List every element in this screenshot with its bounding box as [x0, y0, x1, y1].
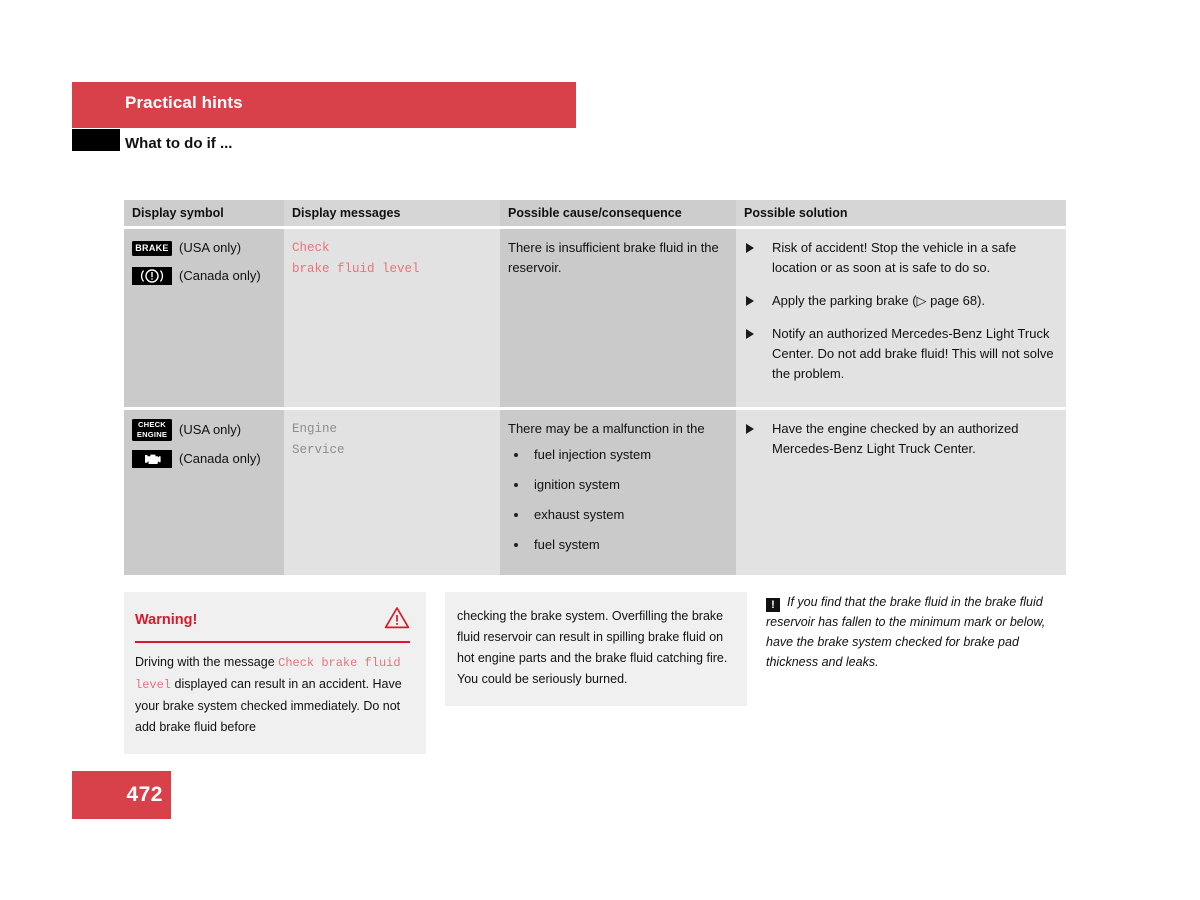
- row1-cause-text: There is insufficient brake fluid in the…: [508, 240, 719, 275]
- warning-box: Warning! Driving with the message Check …: [124, 592, 426, 754]
- warning-triangle-icon: [384, 606, 410, 634]
- display-messages-table: Display symbol Display messages Possible…: [124, 200, 1066, 575]
- row2-message-line-1: Engine: [292, 422, 338, 436]
- row2-solution-cell: Have the engine checked by an authorized…: [736, 410, 1066, 575]
- row2-symbol-usa-label: (USA only): [179, 422, 242, 437]
- check-engine-badge-line-2: ENGINE: [136, 430, 168, 439]
- page-number: 472: [126, 783, 163, 806]
- row1-solution-item-2: Apply the parking brake (▷ page 68).: [744, 291, 1056, 311]
- warning-continuation-text: checking the brake system. Overfilling t…: [457, 609, 728, 686]
- chapter-header-band: Practical hints: [72, 82, 576, 128]
- warning-text-part-2: displayed can result in an accident. Hav…: [135, 677, 402, 734]
- row1-message-line-1: Check: [292, 241, 330, 255]
- row2-cause-bullet-4: fuel system: [534, 537, 600, 552]
- row2-cause-bullet-list: fuel injection system ignition system ex…: [508, 445, 726, 555]
- row2-symbol-canada: (Canada only): [132, 449, 274, 469]
- row2-cause-text: There may be a malfunction in the: [508, 421, 705, 436]
- column-header-display-messages: Display messages: [284, 200, 500, 226]
- dot-bullet-icon: [514, 453, 518, 457]
- brake-warning-icon: [132, 267, 172, 285]
- dot-bullet-icon: [514, 543, 518, 547]
- note-box-text: If you find that the brake fluid in the …: [766, 595, 1046, 669]
- section-marker-block: [72, 129, 120, 151]
- exclamation-box-icon: !: [766, 598, 780, 612]
- row1-message-cell: Check brake fluid level: [284, 229, 500, 407]
- page-number-block: 472: [72, 771, 171, 819]
- column-header-possible-cause: Possible cause/consequence: [500, 200, 736, 226]
- row2-cause-bullet-3: exhaust system: [534, 507, 625, 522]
- triangle-bullet-icon: [746, 329, 754, 339]
- warning-box-header: Warning!: [135, 606, 410, 634]
- row2-solution-list: Have the engine checked by an authorized…: [744, 419, 1056, 459]
- table-row: BRAKE (USA only) (Canada only) Check bra…: [124, 229, 1066, 407]
- row1-solution-item-3: Notify an authorized Mercedes-Benz Light…: [744, 324, 1056, 384]
- check-engine-text-badge-icon: CHECK ENGINE: [132, 419, 172, 441]
- warning-text-part-1: Driving with the message: [135, 655, 279, 669]
- chapter-title: Practical hints: [125, 93, 243, 112]
- note-box: ! If you find that the brake fluid in the…: [766, 592, 1066, 672]
- column-header-display-symbol: Display symbol: [124, 200, 284, 226]
- row1-symbol-cell: BRAKE (USA only) (Canada only): [124, 229, 284, 407]
- dot-bullet-icon: [514, 483, 518, 487]
- warning-continuation-box: checking the brake system. Overfilling t…: [445, 592, 747, 706]
- list-item: exhaust system: [508, 505, 726, 525]
- row1-message-line-2: brake fluid level: [292, 262, 420, 276]
- manual-page: Practical hints What to do if ... Displa…: [0, 0, 1200, 900]
- triangle-bullet-icon: [746, 296, 754, 306]
- row1-symbol-canada-label: (Canada only): [179, 268, 261, 283]
- row2-cause-bullet-1: fuel injection system: [534, 447, 652, 462]
- table-row: CHECK ENGINE (USA only) (Canada only) En…: [124, 410, 1066, 575]
- row2-message-line-2: Service: [292, 443, 345, 457]
- dot-bullet-icon: [514, 513, 518, 517]
- table-header-row: Display symbol Display messages Possible…: [124, 200, 1066, 226]
- row1-solution-item-2-text: Apply the parking brake (▷ page 68).: [772, 293, 986, 308]
- warning-box-title: Warning!: [135, 612, 198, 628]
- list-item: fuel injection system: [508, 445, 726, 465]
- check-engine-badge-line-1: CHECK: [137, 420, 166, 429]
- row1-solution-item-1-text: Risk of accident! Stop the vehicle in a …: [772, 240, 1017, 275]
- check-engine-icon: [132, 450, 172, 468]
- row1-solution-item-1: Risk of accident! Stop the vehicle in a …: [744, 238, 1056, 278]
- row2-message-cell: Engine Service: [284, 410, 500, 575]
- row2-cause-bullet-2: ignition system: [534, 477, 620, 492]
- row2-cause-cell: There may be a malfunction in the fuel i…: [500, 410, 736, 575]
- row1-solution-list: Risk of accident! Stop the vehicle in a …: [744, 238, 1056, 384]
- row1-solution-cell: Risk of accident! Stop the vehicle in a …: [736, 229, 1066, 407]
- row2-solution-item-1: Have the engine checked by an authorized…: [744, 419, 1056, 459]
- list-item: fuel system: [508, 535, 726, 555]
- row1-symbol-usa: BRAKE (USA only): [132, 238, 274, 258]
- row2-symbol-canada-label: (Canada only): [179, 451, 261, 466]
- row1-cause-cell: There is insufficient brake fluid in the…: [500, 229, 736, 407]
- row2-symbol-cell: CHECK ENGINE (USA only) (Canada only): [124, 410, 284, 575]
- triangle-bullet-icon: [746, 424, 754, 434]
- triangle-bullet-icon: [746, 243, 754, 253]
- row1-symbol-usa-label: (USA only): [179, 240, 242, 255]
- warning-box-body: Driving with the message Check brake flu…: [135, 652, 410, 738]
- brake-text-badge-icon: BRAKE: [132, 240, 172, 256]
- row1-symbol-canada: (Canada only): [132, 266, 274, 286]
- row2-solution-item-1-text: Have the engine checked by an authorized…: [772, 421, 1019, 456]
- column-header-possible-solution: Possible solution: [736, 200, 1066, 226]
- warning-box-divider: [135, 641, 410, 643]
- list-item: ignition system: [508, 475, 726, 495]
- row2-symbol-usa: CHECK ENGINE (USA only): [132, 419, 274, 441]
- section-title: What to do if ...: [125, 135, 233, 152]
- row1-solution-item-3-text: Notify an authorized Mercedes-Benz Light…: [772, 326, 1054, 381]
